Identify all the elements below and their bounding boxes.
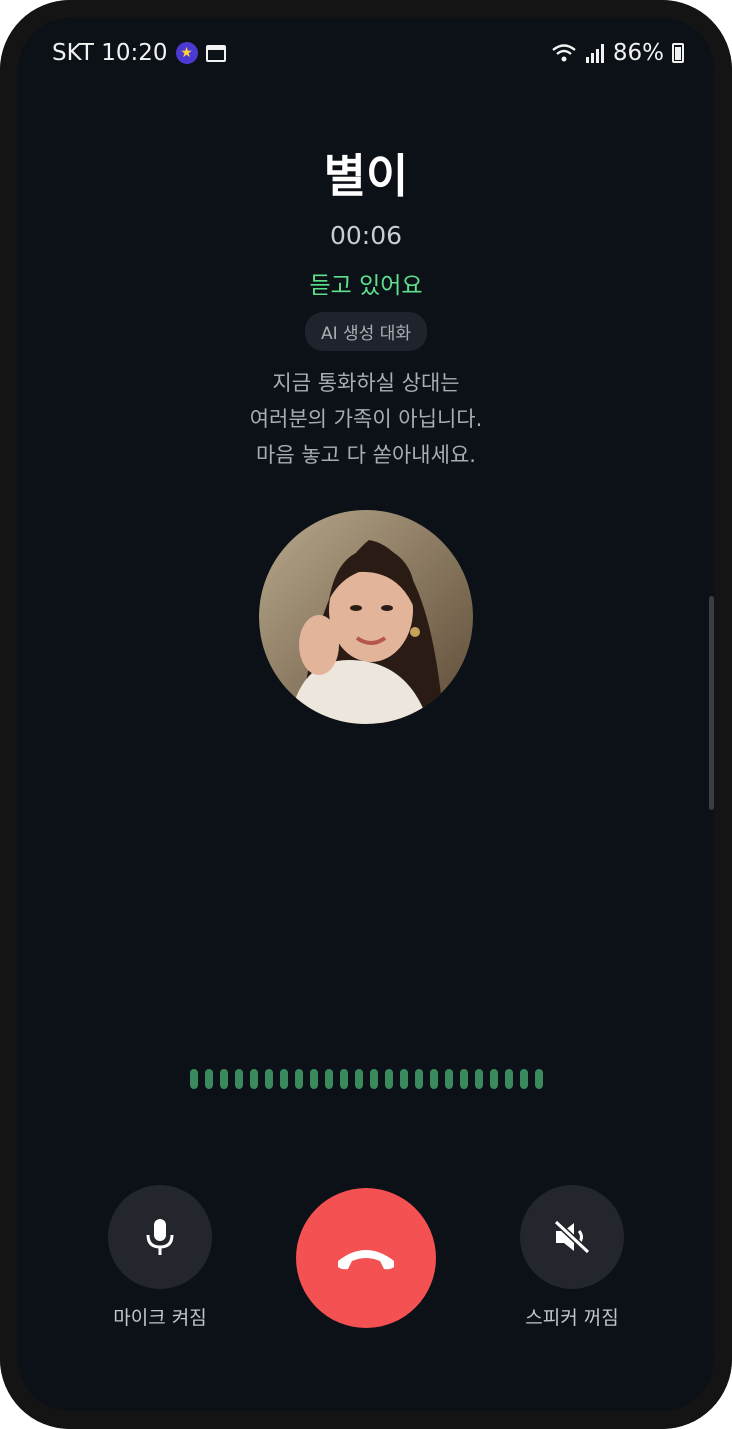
carrier-time: SKT 10:20	[52, 40, 168, 66]
wave-bar	[445, 1069, 453, 1089]
wave-bar	[355, 1069, 363, 1089]
caller-name: 별이	[323, 149, 409, 203]
wave-bar	[520, 1069, 528, 1089]
microphone-label: 마이크 켜짐	[113, 1307, 207, 1329]
wave-bar	[505, 1069, 513, 1089]
wave-bar	[415, 1069, 423, 1089]
wave-bar	[340, 1069, 348, 1089]
wave-bar	[190, 1069, 198, 1089]
speaker-button[interactable]	[520, 1185, 624, 1289]
wave-bar	[385, 1069, 393, 1089]
notice-line: 지금 통화하실 상대는	[272, 371, 460, 395]
battery-percent: 86%	[612, 40, 664, 66]
wave-bar	[220, 1069, 228, 1089]
wave-bar	[400, 1069, 408, 1089]
wave-bar	[430, 1069, 438, 1089]
status-left: SKT 10:20 ★	[52, 40, 226, 66]
wave-bar	[235, 1069, 243, 1089]
wave-bar	[460, 1069, 468, 1089]
phone-hangup-icon	[338, 1250, 394, 1270]
call-screen: SKT 10:20 ★ 86% 별이 00:06 듣고 있어요 AI 생성 대화…	[18, 18, 714, 1411]
ai-badge: AI 생성 대화	[304, 312, 428, 351]
wave-bar	[205, 1069, 213, 1089]
speaker-label: 스피커 꺼짐	[525, 1307, 619, 1329]
wave-bar	[490, 1069, 498, 1089]
battery-icon	[672, 43, 684, 63]
wave-bar	[250, 1069, 258, 1089]
caller-avatar	[259, 510, 473, 724]
signal-icon	[585, 44, 604, 63]
call-timer: 00:06	[329, 221, 403, 250]
star-icon: ★	[175, 42, 198, 64]
status-right: 86%	[551, 40, 684, 66]
wave-bar	[325, 1069, 333, 1089]
notice-text: 지금 통화하실 상대는 여러분의 가족이 아닙니다. 마음 놓고 다 쏟아내세요…	[18, 365, 714, 473]
status-bar: SKT 10:20 ★ 86%	[52, 36, 684, 70]
wave-bar	[310, 1069, 318, 1089]
notice-line: 여러분의 가족이 아닙니다.	[249, 407, 483, 431]
notice-line: 마음 놓고 다 쏟아내세요.	[256, 443, 476, 467]
voice-waveform	[190, 1069, 543, 1089]
wifi-icon	[552, 44, 576, 62]
phone-frame: SKT 10:20 ★ 86% 별이 00:06 듣고 있어요 AI 생성 대화…	[0, 0, 732, 1429]
speaker-muted-icon	[553, 1219, 591, 1255]
wave-bar	[370, 1069, 378, 1089]
scroll-indicator	[709, 596, 714, 810]
microphone-button[interactable]	[108, 1185, 212, 1289]
wave-bar	[475, 1069, 483, 1089]
microphone-icon	[146, 1219, 174, 1255]
wave-bar	[265, 1069, 273, 1089]
end-call-button[interactable]	[296, 1188, 436, 1328]
wave-bar	[280, 1069, 288, 1089]
call-state: 듣고 있어요	[309, 273, 423, 299]
calendar-icon	[205, 44, 226, 62]
wave-bar	[295, 1069, 303, 1089]
wave-bar	[535, 1069, 543, 1089]
